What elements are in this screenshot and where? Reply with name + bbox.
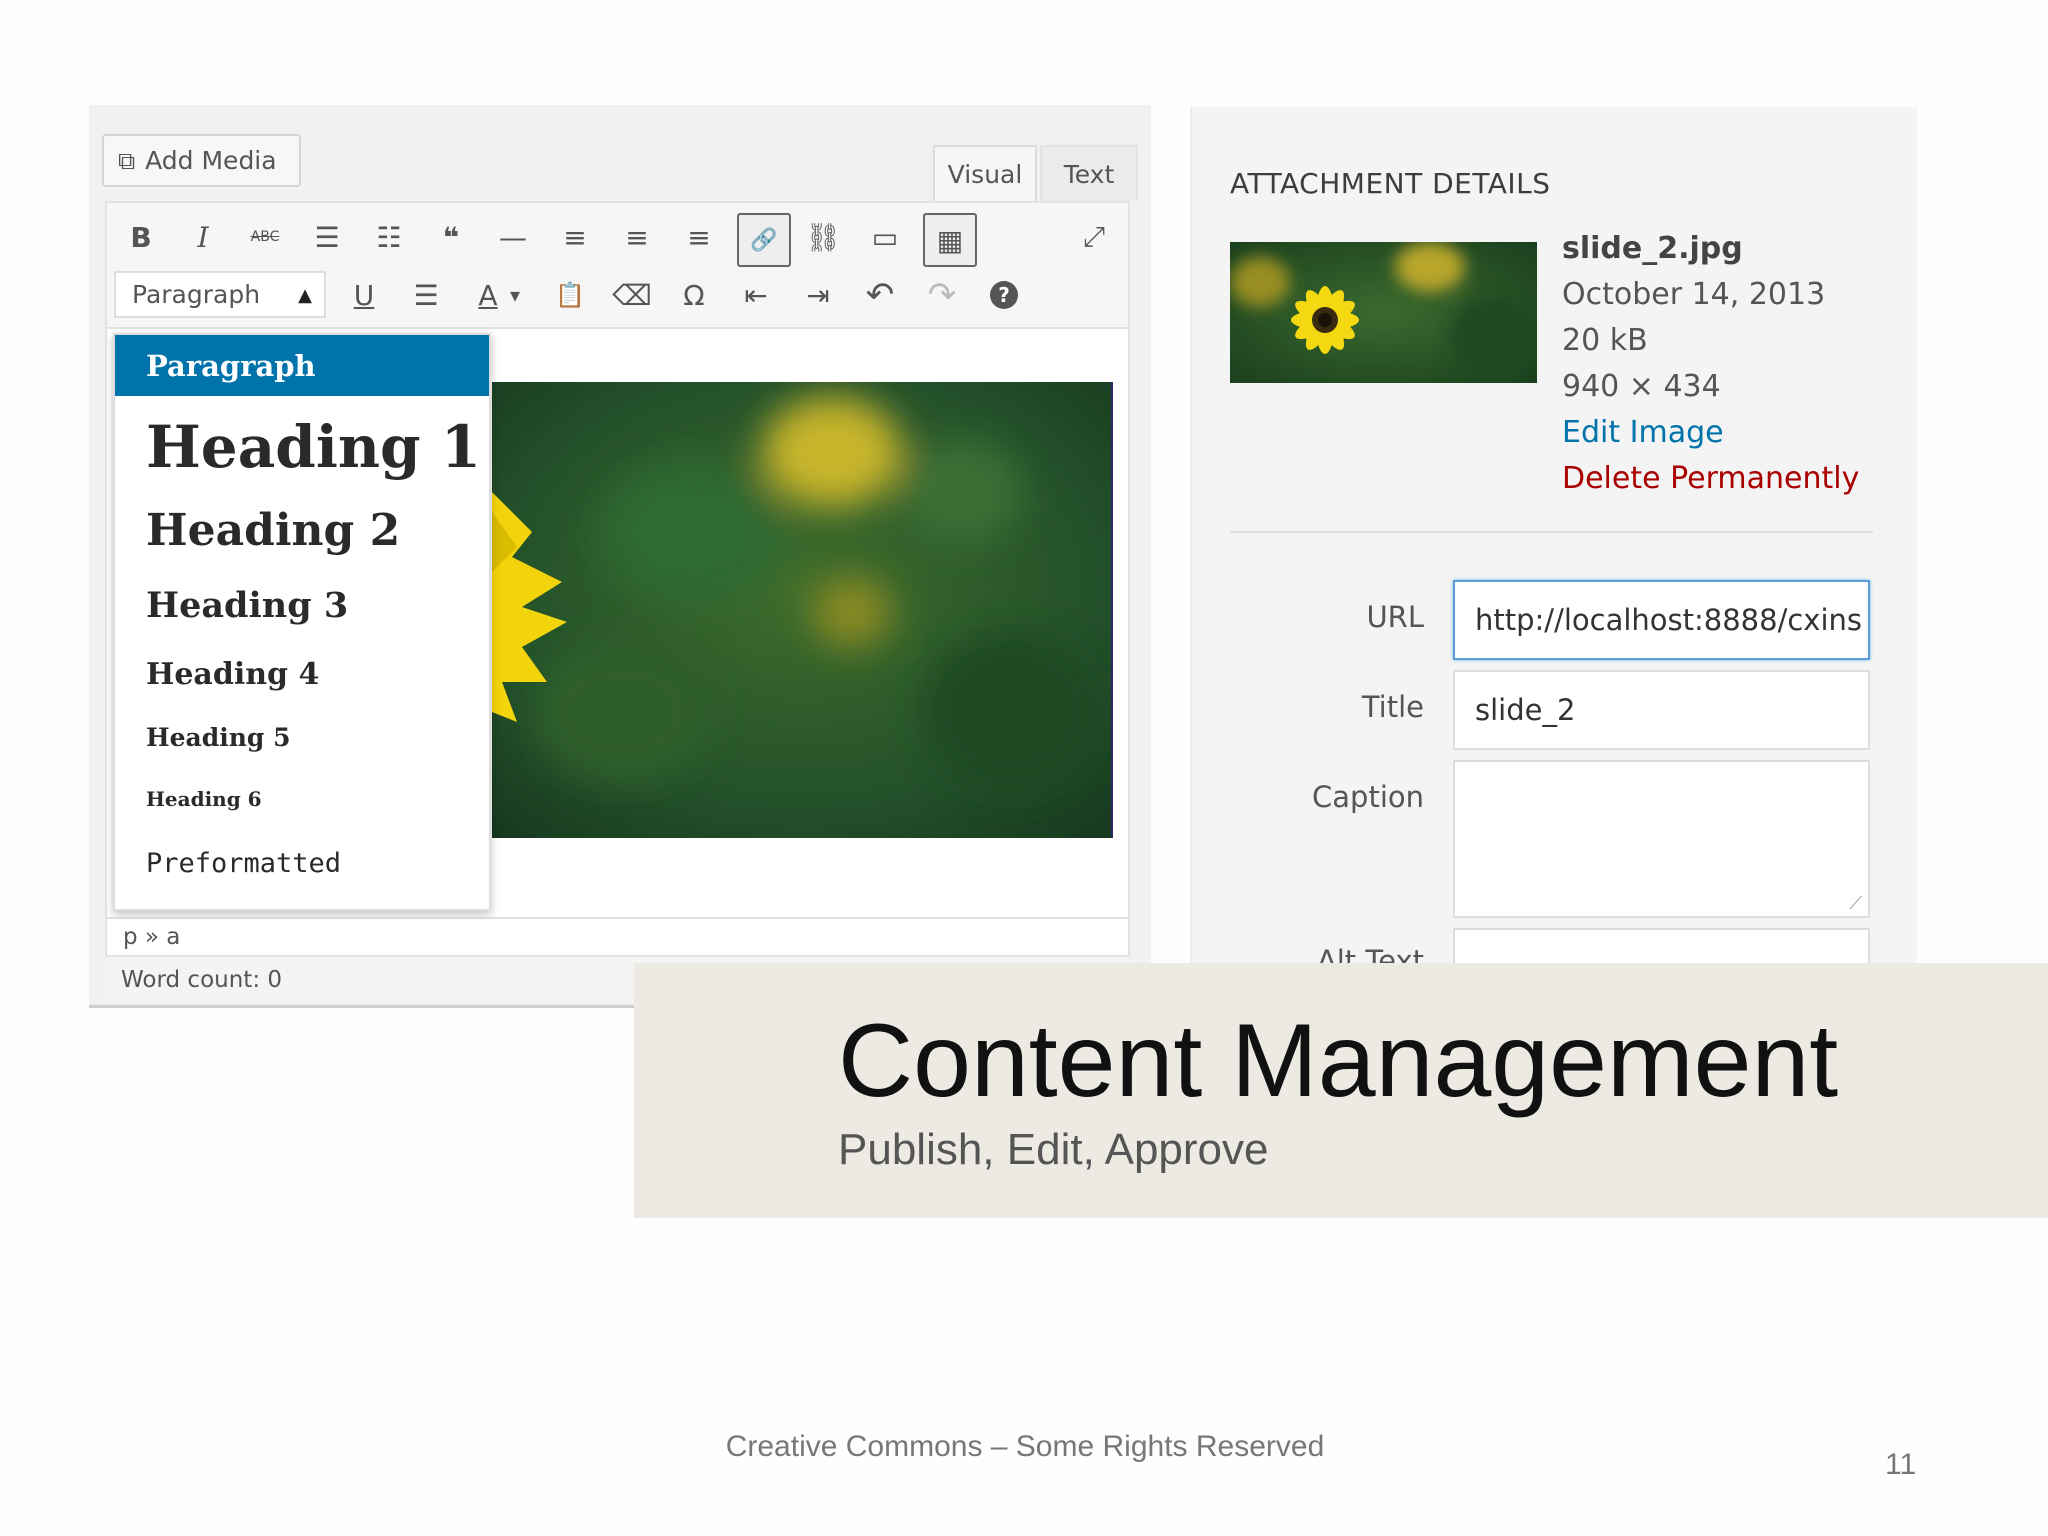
special-character-icon[interactable]: Ω (670, 271, 718, 319)
caption-label: Caption (1312, 780, 1424, 814)
bulleted-list-icon[interactable]: ☰ (303, 213, 351, 261)
strikethrough-icon[interactable]: ABC (241, 213, 289, 261)
attachment-thumbnail (1230, 242, 1537, 383)
post-image[interactable] (492, 382, 1113, 838)
align-left-icon[interactable]: ≡ (551, 213, 599, 261)
fullscreen-icon[interactable]: ⤢ (1070, 213, 1118, 261)
page-number: 11 (1885, 1448, 1917, 1481)
caret-up-icon: ▲ (298, 285, 312, 306)
format-option-preformatted[interactable]: Preformatted (146, 848, 341, 879)
attachment-filename: slide_2.jpg (1562, 231, 1743, 266)
add-media-button[interactable]: ⧉ Add Media (102, 134, 301, 187)
format-select[interactable]: Paragraph ▲ (114, 271, 326, 318)
alt-text-field[interactable] (1453, 928, 1870, 968)
format-option-heading-6[interactable]: Heading 6 (146, 787, 262, 811)
underline-icon[interactable]: U (340, 271, 388, 319)
link-icon[interactable]: 🔗 (737, 213, 791, 267)
format-dropdown-menu: Paragraph Heading 1 Heading 2 Heading 3 … (113, 333, 491, 911)
unlink-icon[interactable]: ⛓ (799, 213, 847, 261)
clear-formatting-icon[interactable]: ⌫ (608, 271, 656, 319)
edit-image-link[interactable]: Edit Image (1562, 415, 1724, 450)
attachment-file-size: 20 kB (1562, 323, 1648, 358)
format-option-heading-3[interactable]: Heading 3 (146, 585, 348, 626)
element-path: p » a (105, 917, 1130, 957)
attachment-details-heading: ATTACHMENT DETAILS (1230, 167, 1551, 200)
horizontal-line-icon[interactable]: — (489, 213, 537, 261)
sunflower-photo (492, 382, 1111, 838)
align-right-icon[interactable]: ≡ (675, 213, 723, 261)
format-option-heading-2[interactable]: Heading 2 (146, 505, 400, 556)
format-option-heading-5[interactable]: Heading 5 (146, 723, 290, 752)
format-select-value: Paragraph (132, 280, 261, 309)
align-center-icon[interactable]: ≡ (613, 213, 661, 261)
delete-permanently-link[interactable]: Delete Permanently (1562, 461, 1859, 496)
tab-visual[interactable]: Visual (933, 145, 1037, 201)
resize-handle-icon[interactable]: ⟋ (1849, 893, 1862, 914)
justify-icon[interactable]: ☰ (402, 271, 450, 319)
numbered-list-icon[interactable]: ☷ (365, 213, 413, 261)
tab-text[interactable]: Text (1040, 145, 1138, 201)
indent-icon[interactable]: ⇥ (794, 271, 842, 319)
slide-subtitle: Publish, Edit, Approve (838, 1125, 1269, 1174)
attachment-dimensions: 940 × 434 (1562, 369, 1721, 404)
text-color-dropdown-icon[interactable]: ▾ (500, 271, 530, 319)
undo-icon[interactable]: ↶ (856, 271, 904, 319)
add-media-label: Add Media (145, 146, 277, 175)
format-option-heading-1[interactable]: Heading 1 (146, 413, 481, 481)
read-more-icon[interactable]: ▭ (861, 213, 909, 261)
divider (1230, 531, 1873, 533)
url-label: URL (1366, 600, 1424, 634)
italic-icon[interactable]: I (179, 213, 227, 261)
help-button[interactable]: ? (980, 271, 1028, 319)
format-option-heading-4[interactable]: Heading 4 (146, 657, 319, 692)
redo-icon[interactable]: ↷ (918, 271, 966, 319)
bold-icon[interactable]: B (117, 213, 165, 261)
blockquote-icon[interactable]: ❝ (427, 213, 475, 261)
outdent-icon[interactable]: ⇤ (732, 271, 780, 319)
help-icon: ? (990, 281, 1018, 309)
footer-license: Creative Commons – Some Rights Reserved (725, 1430, 1325, 1463)
title-label: Title (1361, 690, 1424, 724)
format-option-paragraph[interactable]: Paragraph (115, 335, 489, 396)
attachment-date: October 14, 2013 (1562, 277, 1826, 312)
paste-as-text-icon[interactable]: 📋 (546, 271, 594, 319)
title-field[interactable]: slide_2 (1453, 670, 1870, 750)
sunflower-thumbnail-image (1230, 242, 1537, 383)
caption-field[interactable]: ⟋ (1453, 760, 1870, 918)
media-icon: ⧉ (118, 146, 136, 175)
url-field[interactable]: http://localhost:8888/cxins (1453, 580, 1870, 660)
toolbar-toggle-icon[interactable]: ▦ (923, 213, 977, 267)
slide-title: Content Management (838, 1003, 1839, 1119)
